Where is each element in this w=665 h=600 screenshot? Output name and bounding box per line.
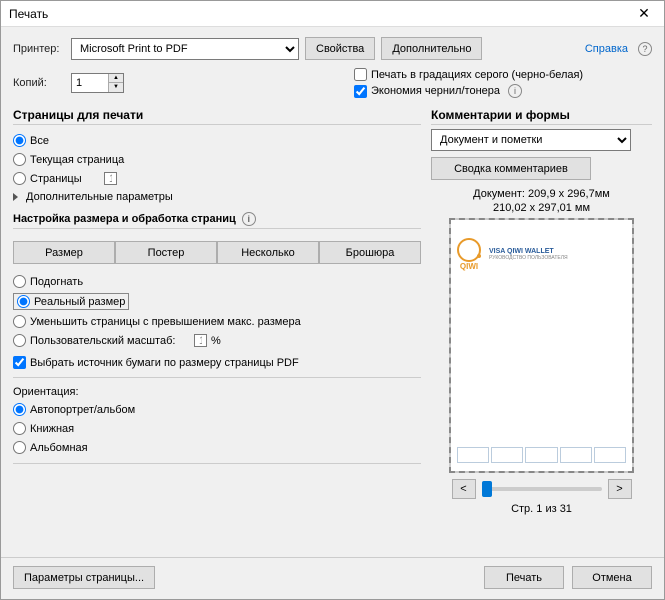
summarize-comments-button[interactable]: Сводка комментариев <box>431 157 591 180</box>
preview-footer <box>457 447 626 463</box>
prev-page-button[interactable]: < <box>452 479 476 499</box>
pages-range-radio[interactable] <box>13 172 26 185</box>
savetoner-checkbox[interactable] <box>354 85 367 98</box>
tab-poster[interactable]: Постер <box>115 241 217 264</box>
orient-auto-radio[interactable] <box>13 403 26 416</box>
printer-label: Принтер: <box>13 43 65 55</box>
page-counter: Стр. 1 из 31 <box>511 503 572 515</box>
slider-thumb[interactable] <box>482 481 492 497</box>
orient-portrait-radio[interactable] <box>13 422 26 435</box>
spin-down-icon[interactable]: ▼ <box>109 83 123 92</box>
pages-group-title: Страницы для печати <box>13 104 421 125</box>
triangle-right-icon <box>13 193 18 201</box>
custom-scale-input[interactable] <box>194 334 207 347</box>
info-icon[interactable]: i <box>508 84 522 98</box>
preview-doc-subtitle: РУКОВОДСТВО ПОЛЬЗОВАТЕЛЯ <box>489 255 568 261</box>
tab-booklet[interactable]: Брошюра <box>319 241 421 264</box>
custom-scale-label: Пользовательский масштаб: <box>30 335 190 347</box>
more-options-label: Дополнительные параметры <box>26 191 173 203</box>
orientation-title: Ориентация: <box>13 386 421 398</box>
print-preview: QIWI VISA QIWI WALLET РУКОВОДСТВО ПОЛЬЗО… <box>449 218 634 473</box>
page-setup-button[interactable]: Параметры страницы... <box>13 566 155 589</box>
grayscale-label: Печать в градациях серого (черно-белая) <box>371 69 583 81</box>
printer-select[interactable]: Microsoft Print to PDF <box>71 38 299 60</box>
page-size-label: 210,02 x 297,01 мм <box>493 202 590 214</box>
pages-all-label: Все <box>30 135 49 147</box>
choose-source-label: Выбрать источник бумаги по размеру стран… <box>30 357 299 369</box>
close-icon[interactable]: ✕ <box>632 4 656 24</box>
custom-scale-radio[interactable] <box>13 334 26 347</box>
actual-size-radio[interactable] <box>17 295 30 308</box>
pages-range-label: Страницы <box>30 173 100 185</box>
orient-portrait-label: Книжная <box>30 423 74 435</box>
print-button[interactable]: Печать <box>484 566 564 589</box>
orient-landscape-label: Альбомная <box>30 442 88 454</box>
help-icon[interactable]: ? <box>638 42 652 56</box>
pages-all-radio[interactable] <box>13 134 26 147</box>
grayscale-checkbox[interactable] <box>354 68 367 81</box>
comments-select[interactable]: Документ и пометки <box>431 129 631 151</box>
qiwi-logo-icon <box>457 238 481 262</box>
copies-stepper[interactable]: ▲ ▼ <box>71 73 124 93</box>
fit-label: Подогнать <box>30 276 83 288</box>
tab-size[interactable]: Размер <box>13 241 115 264</box>
actual-size-label: Реальный размер <box>34 296 125 308</box>
choose-source-checkbox[interactable] <box>13 356 26 369</box>
shrink-label: Уменьшить страницы с превышением макс. р… <box>30 316 301 328</box>
cancel-button[interactable]: Отмена <box>572 566 652 589</box>
document-size-label: Документ: 209,9 x 296,7мм <box>473 188 610 200</box>
custom-scale-unit: % <box>211 335 221 347</box>
sizing-group-title: Настройка размера и обработка страниц i <box>13 208 421 229</box>
savetoner-label: Экономия чернил/тонера <box>371 85 500 97</box>
spin-up-icon[interactable]: ▲ <box>109 74 123 83</box>
page-slider[interactable] <box>482 487 602 491</box>
comments-group-title: Комментарии и формы <box>431 104 652 125</box>
tab-multiple[interactable]: Несколько <box>217 241 319 264</box>
copies-input[interactable] <box>72 74 108 92</box>
orient-auto-label: Автопортрет/альбом <box>30 404 135 416</box>
window-title: Печать <box>9 7 632 21</box>
copies-label: Копий: <box>13 77 65 89</box>
shrink-radio[interactable] <box>13 315 26 328</box>
orient-landscape-radio[interactable] <box>13 441 26 454</box>
info-icon[interactable]: i <box>242 212 256 226</box>
fit-radio[interactable] <box>13 275 26 288</box>
next-page-button[interactable]: > <box>608 479 632 499</box>
pages-range-input[interactable] <box>104 172 117 185</box>
pages-current-label: Текущая страница <box>30 154 124 166</box>
qiwi-brand: QIWI <box>460 262 478 271</box>
more-options-toggle[interactable]: Дополнительные параметры <box>13 190 421 204</box>
pages-current-radio[interactable] <box>13 153 26 166</box>
advanced-button[interactable]: Дополнительно <box>381 37 482 60</box>
properties-button[interactable]: Свойства <box>305 37 375 60</box>
preview-doc-title: VISA QIWI WALLET <box>489 248 568 255</box>
help-link[interactable]: Справка <box>585 43 628 55</box>
